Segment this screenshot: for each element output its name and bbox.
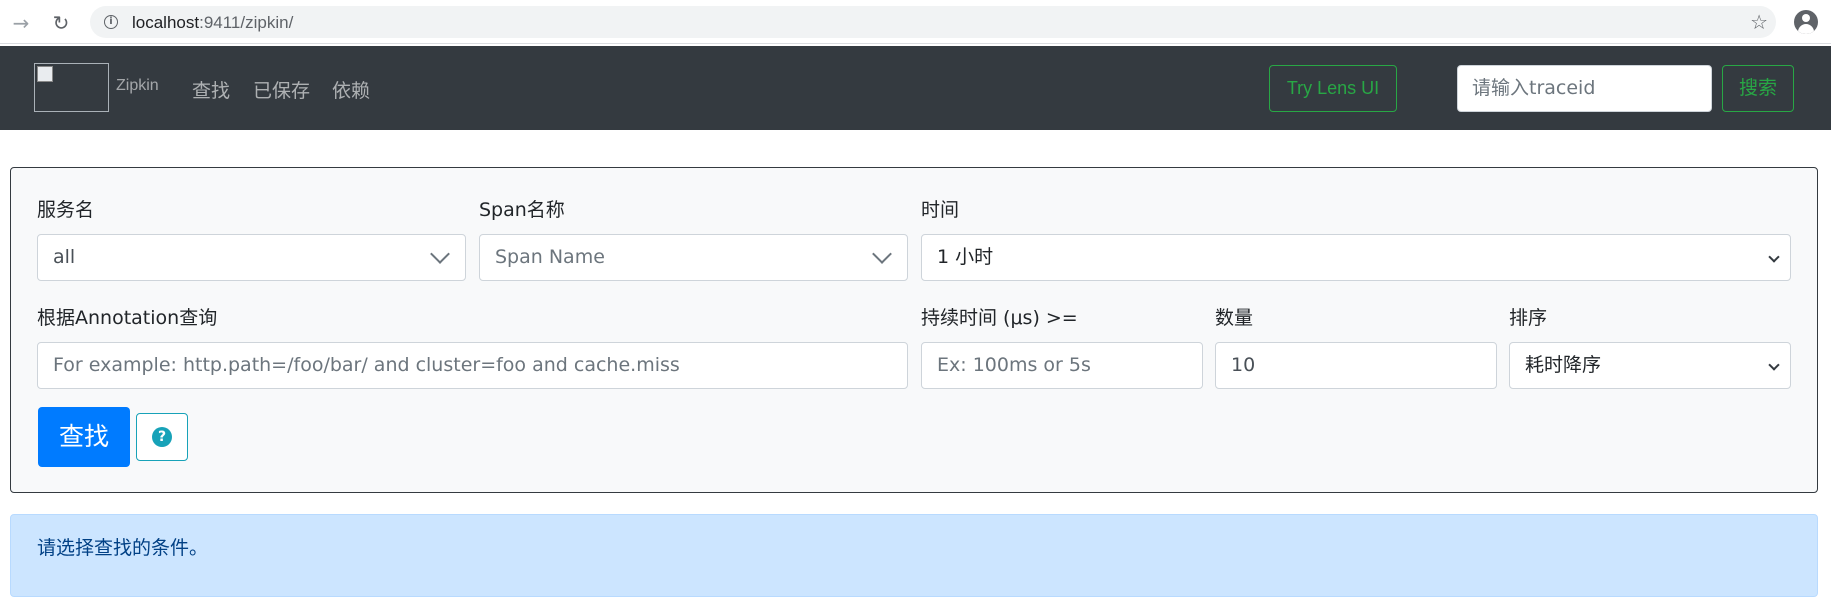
profile-icon[interactable] [1794,10,1818,34]
info-alert: 请选择查找的条件。 [10,514,1818,597]
duration-placeholder: Ex: 100ms or 5s [937,354,1091,376]
annotation-query-input[interactable]: For example: http.path=/foo/bar/ and clu… [37,342,908,389]
service-name-select[interactable]: all [37,234,466,281]
back-arrow-icon[interactable]: → [10,12,32,34]
sort-order-value: 耗时降序 [1525,354,1602,376]
traceid-input[interactable]: 请输入traceid [1457,65,1712,112]
service-name-label: 服务名 [37,199,95,221]
service-name-value: all [53,246,76,268]
limit-input[interactable]: 10 [1215,342,1497,389]
help-button[interactable]: ? [136,413,188,461]
duration-label: 持续时间 (μs) >= [921,307,1078,329]
reload-icon[interactable]: ↻ [50,12,72,34]
url-rest: :9411/zipkin/ [199,13,294,32]
limit-value: 10 [1231,354,1256,376]
annotation-query-placeholder: For example: http.path=/foo/bar/ and clu… [53,354,680,376]
annotation-query-label: 根据Annotation查询 [37,307,218,329]
question-circle-icon: ? [152,427,172,447]
chevron-down-icon [872,244,892,264]
select-arrow-icon [1768,359,1780,371]
select-arrow-icon [1768,251,1780,263]
url-host: localhost [132,13,200,32]
nav-link-saved[interactable]: 已保存 [253,76,310,103]
nav-link-find[interactable]: 查找 [192,76,230,103]
brand-logo-broken-image[interactable] [34,63,109,112]
limit-label: 数量 [1215,307,1254,329]
url-text: localhost:9411/zipkin/ [132,13,293,33]
duration-input[interactable]: Ex: 100ms or 5s [921,342,1203,389]
address-bar[interactable]: i localhost:9411/zipkin/ ☆ [90,6,1776,38]
span-name-label: Span名称 [479,199,565,221]
time-label: 时间 [921,199,960,221]
app-navbar: Zipkin 查找 已保存 依赖 Try Lens UI 请输入traceid … [0,46,1831,130]
alert-message: 请选择查找的条件。 [37,537,209,559]
brand-name[interactable]: Zipkin [116,77,159,95]
find-button[interactable]: 查找 [38,407,130,467]
bookmark-star-icon[interactable]: ☆ [1750,10,1768,34]
span-name-select[interactable]: Span Name [479,234,908,281]
try-lens-ui-button[interactable]: Try Lens UI [1269,65,1397,112]
traceid-search-button[interactable]: 搜索 [1722,65,1794,112]
sort-label: 排序 [1509,307,1548,329]
search-form-panel: 服务名 all Span名称 Span Name 时间 1 小时 根据Annot… [10,167,1818,493]
span-name-placeholder: Span Name [495,246,605,268]
site-info-icon[interactable]: i [104,15,118,29]
time-range-value: 1 小时 [937,246,994,268]
chevron-down-icon [430,244,450,264]
nav-link-dependencies[interactable]: 依赖 [332,76,370,103]
time-range-select[interactable]: 1 小时 [921,234,1791,281]
sort-order-select[interactable]: 耗时降序 [1509,342,1791,389]
browser-toolbar: → ↻ i localhost:9411/zipkin/ ☆ [0,0,1831,44]
